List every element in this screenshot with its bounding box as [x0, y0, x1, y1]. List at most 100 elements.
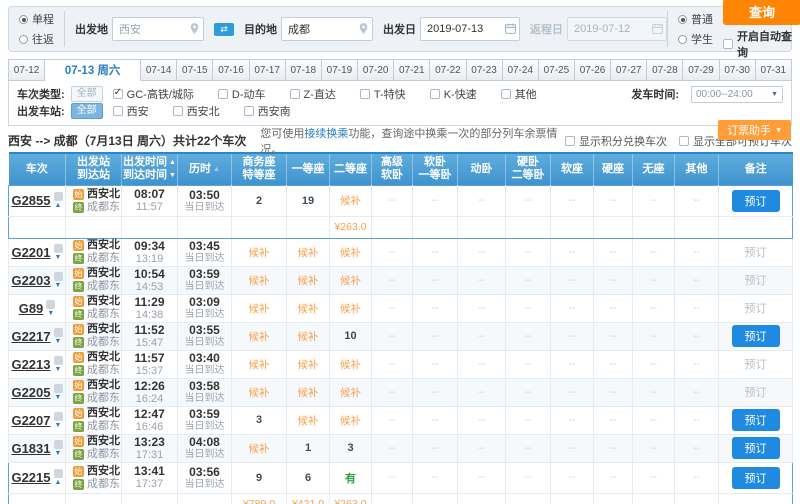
round-trip-radio[interactable]: 往返 [19, 31, 54, 47]
date-tab[interactable]: 07-25 [538, 59, 575, 81]
train-number-link[interactable]: G1831 [11, 441, 50, 456]
depart-station-all-button[interactable]: 全部 [70, 103, 103, 119]
date-tab[interactable]: 07-30 [719, 59, 756, 81]
date-tab[interactable]: 07-31 [755, 59, 792, 81]
depart-station-option[interactable]: 西安南 [243, 103, 291, 119]
date-tab[interactable]: 07-16 [213, 59, 250, 81]
depart-station-option[interactable]: 西安北 [172, 103, 220, 119]
checkbox-icon[interactable] [289, 89, 300, 99]
book-button[interactable]: 预订 [731, 437, 780, 459]
date-tab[interactable]: 07-23 [466, 59, 503, 81]
normal-passenger-radio[interactable]: 普通 [678, 11, 713, 27]
date-tab[interactable]: 07-17 [249, 59, 286, 81]
price-row: ¥789.0 ¥421.0 ¥263.0 [8, 492, 793, 504]
checkbox-icon[interactable] [359, 89, 370, 99]
train-number-link[interactable]: G89 [19, 301, 44, 316]
sort-icon[interactable]: ▲ [169, 159, 176, 166]
book-button[interactable]: 预订 [731, 325, 780, 347]
train-number-link[interactable]: G2855 [11, 193, 50, 208]
depart-time: 12:26 [134, 378, 165, 393]
ticket-assistant-button[interactable]: 订票助手 ▼ [718, 120, 791, 140]
date-tab[interactable]: 07-12 [8, 59, 46, 81]
depart-station-option[interactable]: 西安 [112, 103, 149, 119]
train-number-link[interactable]: G2217 [11, 329, 50, 344]
expand-icon[interactable]: ▼ [55, 282, 62, 289]
column-header[interactable]: 历时 ▲ [177, 152, 232, 185]
train-type-option[interactable]: Z-直达 [289, 86, 336, 102]
expand-icon[interactable]: ▼ [55, 450, 62, 457]
expand-icon[interactable]: ▼ [47, 310, 54, 317]
train-number-link[interactable]: G2205 [11, 385, 50, 400]
book-button[interactable]: 预订 [731, 189, 780, 212]
checkbox-icon[interactable] [429, 89, 440, 99]
summary-bar: 西安 --> 成都（7月13日 周六）共计22个车次 您可使用接续换乘功能，查询… [8, 128, 792, 156]
radio-icon[interactable] [678, 34, 687, 44]
seat-availability-cell: -- [632, 265, 675, 295]
radio-icon[interactable] [19, 34, 28, 44]
date-tab[interactable]: 07-28 [647, 59, 684, 81]
train-type-option[interactable]: GC-高铁/城际 [112, 86, 194, 102]
expand-icon[interactable]: ▼ [55, 394, 62, 401]
sort-icon[interactable]: ▲ [213, 166, 220, 173]
checkbox-icon[interactable] [112, 87, 123, 99]
book-button[interactable]: 预订 [731, 409, 780, 431]
query-button[interactable]: 查询 [723, 0, 800, 25]
seat-availability-cell: 9 [231, 461, 287, 494]
seat-availability-cell: 候补 [329, 237, 372, 267]
date-tab[interactable]: 07-24 [502, 59, 539, 81]
train-number-link[interactable]: G2207 [11, 413, 50, 428]
calendar-icon [651, 22, 664, 35]
train-type-all-button[interactable]: 全部 [70, 86, 103, 102]
one-way-radio[interactable]: 单程 [19, 11, 54, 27]
column-header[interactable]: 出发时间 ▲ 到达时间 ▼ [121, 152, 178, 185]
radio-selected-icon[interactable] [678, 14, 687, 24]
book-disabled-label: 预订 [744, 303, 767, 315]
date-tab[interactable]: 07-19 [321, 59, 359, 81]
depart-time-select[interactable]: 00:00--24:00 ▼ [691, 85, 783, 103]
train-type-option[interactable]: K-快速 [429, 86, 477, 102]
show-points-trains-checkbox[interactable]: 显示积分兑换车次 [565, 133, 667, 149]
checkbox-icon[interactable] [679, 135, 689, 146]
date-tab[interactable]: 07-22 [430, 59, 467, 81]
expand-icon[interactable]: ▼ [55, 422, 62, 429]
date-tab[interactable]: 07-26 [574, 59, 612, 81]
date-tab[interactable]: 07-14 [141, 59, 178, 81]
date-tab[interactable]: 07-21 [394, 59, 431, 81]
train-type-option[interactable]: 其他 [500, 86, 537, 102]
date-tab[interactable]: 07-27 [611, 59, 648, 81]
collapse-icon[interactable]: ▲ [55, 479, 62, 486]
checkbox-icon[interactable] [500, 89, 511, 99]
calendar-icon[interactable] [504, 22, 517, 35]
checkbox-icon[interactable] [112, 106, 123, 116]
date-tab[interactable]: 07-13 周六 [45, 59, 142, 81]
to-station: 成都东 [87, 336, 120, 348]
checkbox-icon[interactable] [243, 106, 254, 116]
expand-icon[interactable]: ▼ [55, 366, 62, 373]
train-type-option[interactable]: T-特快 [359, 86, 406, 102]
seat-availability-cell: -- [457, 349, 506, 379]
date-tab[interactable]: 07-29 [683, 59, 720, 81]
train-number-link[interactable]: G2213 [11, 357, 50, 372]
expand-icon[interactable]: ▼ [55, 254, 62, 261]
checkbox-icon[interactable] [723, 38, 733, 49]
radio-selected-icon[interactable] [19, 14, 28, 24]
expand-icon[interactable]: ▼ [55, 338, 62, 345]
checkbox-icon[interactable] [172, 106, 183, 116]
transfer-link[interactable]: 接续换乘 [304, 128, 348, 140]
date-tab[interactable]: 07-18 [285, 59, 322, 81]
checkbox-icon[interactable] [217, 89, 228, 99]
date-tab[interactable]: 07-15 [177, 59, 214, 81]
student-passenger-radio[interactable]: 学生 [678, 31, 713, 47]
collapse-icon[interactable]: ▲ [55, 202, 62, 209]
train-number-link[interactable]: G2201 [11, 245, 50, 260]
train-type-option[interactable]: D-动车 [217, 86, 266, 102]
date-tab[interactable]: 07-20 [358, 59, 395, 81]
arrive-time: 16:24 [135, 392, 164, 405]
auto-query-checkbox[interactable]: 开启自动查询 [723, 28, 800, 60]
book-button[interactable]: 预订 [731, 466, 780, 489]
checkbox-icon[interactable] [565, 135, 575, 146]
swap-stations-button[interactable]: ⇄ [214, 22, 234, 36]
train-number-link[interactable]: G2215 [11, 470, 50, 485]
train-number-link[interactable]: G2203 [11, 273, 50, 288]
sort-icon[interactable]: ▼ [169, 172, 176, 179]
